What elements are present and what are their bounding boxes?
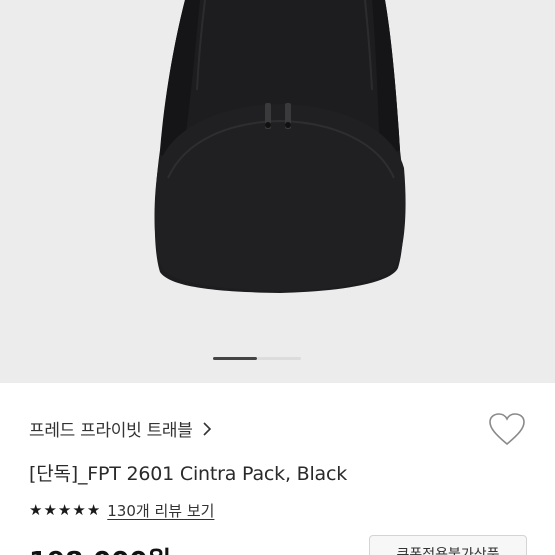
brand-name: 프레드 프라이빗 트래블 <box>29 421 193 441</box>
rating-row: ★ ★ ★ ★ ★ 130개 리뷰 보기 <box>29 500 214 521</box>
image-carousel-indicator[interactable] <box>0 357 555 361</box>
coupon-button[interactable]: 쿠폰적용불가상품 <box>369 535 527 555</box>
star-icon: ★ <box>43 501 57 519</box>
carousel-indicator-track <box>257 357 301 360</box>
product-image-area[interactable] <box>0 0 555 383</box>
star-icon: ★ <box>29 501 43 519</box>
chevron-right-icon <box>203 421 211 436</box>
star-rating: ★ ★ ★ ★ ★ <box>29 503 100 518</box>
backpack-image <box>154 0 406 293</box>
carousel-indicator-active[interactable] <box>213 357 257 360</box>
heart-icon[interactable] <box>487 412 527 448</box>
star-icon: ★ <box>72 501 86 519</box>
product-info: 프레드 프라이빗 트래블 [단독]_FPT 2601 Cintra Pack, … <box>0 383 555 555</box>
review-link[interactable]: 130개 리뷰 보기 <box>107 500 214 521</box>
product-title: [단독]_FPT 2601 Cintra Pack, Black <box>29 463 348 485</box>
product-price: 198,000원 <box>29 541 171 555</box>
brand-link[interactable]: 프레드 프라이빗 트래블 <box>29 416 215 441</box>
star-icon: ★ <box>57 501 72 519</box>
star-icon: ★ <box>86 501 101 519</box>
